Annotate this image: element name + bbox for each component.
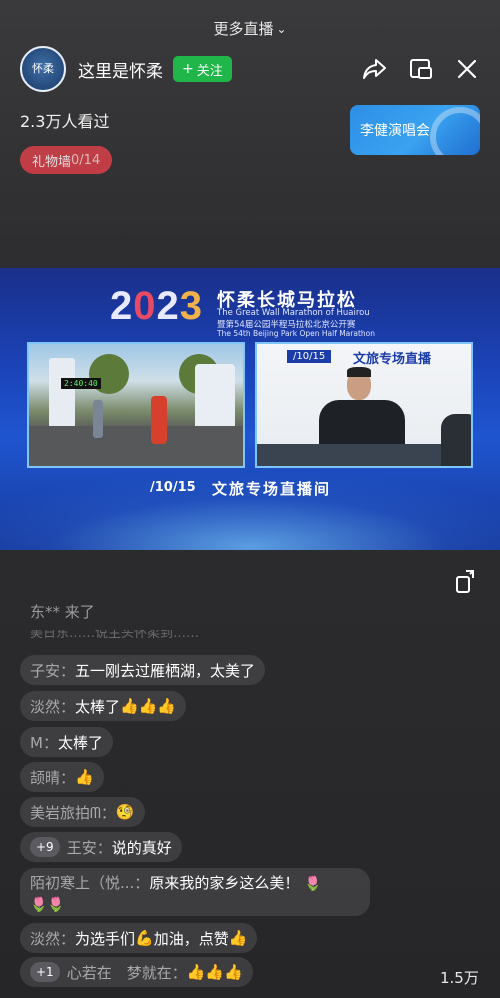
avatar[interactable]: 怀柔 (20, 46, 66, 92)
comment-text: 原来我的家乡这么美！ (149, 874, 300, 892)
comment-user[interactable]: 颉晴： (30, 767, 75, 788)
thinking-face-icon: 🧐 (115, 803, 135, 821)
inflatable-arch (49, 358, 75, 428)
thumbs-up-icon: 👍 (75, 768, 94, 786)
year-digit: 2 (110, 284, 134, 328)
comment-text: 太棒了 (75, 697, 121, 716)
comment-item: +9 王安： 说的真好 (20, 832, 182, 862)
channel-name[interactable]: 这里是怀柔 (78, 57, 163, 82)
close-icon[interactable] (454, 56, 480, 82)
avatar-text: 怀柔 (32, 62, 54, 76)
promo-banner[interactable]: 李健演唱会 (350, 105, 480, 155)
gift-wall-count: 0/14 (71, 152, 101, 168)
fan-level-badge: +1 (30, 962, 60, 982)
live-video[interactable]: 2023 怀柔长城马拉松 The Great Wall Marathon of … (0, 268, 500, 550)
race-camera-feed: 2:40:40 (27, 342, 245, 468)
follow-button[interactable]: + 关注 (173, 56, 232, 82)
rotate-screen-icon[interactable] (453, 568, 479, 594)
chevron-down-icon: ⌄ (276, 22, 287, 36)
studio-camera-feed: /10/15 文旅专场直播 (255, 342, 473, 468)
promo-decoration (430, 107, 480, 155)
tulip-icon: 🌷 (304, 876, 322, 892)
comment-item: M： 太棒了 (20, 727, 113, 757)
more-live-label: 更多直播 (213, 20, 274, 38)
comment-user[interactable]: 淡然： (30, 696, 75, 717)
comment-text: 太棒了 (57, 733, 103, 752)
comment-user[interactable]: 王安： (67, 837, 112, 858)
promo-label: 李健演唱会 (360, 123, 430, 139)
year-digit: 3 (179, 284, 203, 328)
comment-user[interactable]: 心若在 梦就在： (67, 962, 187, 983)
date-bottom: /10/15 (150, 480, 196, 495)
viewer-count: 2.3万人看过 (20, 112, 110, 131)
runner (93, 400, 103, 438)
comment-user[interactable]: 陌初寒上（悦...： (30, 874, 149, 892)
fan-level-badge: +9 (30, 837, 60, 857)
thumbs-up-icon: 👍 (228, 929, 248, 947)
year-digit: 0 (133, 284, 157, 328)
panel-date: /10/15 (287, 350, 332, 363)
flexed-arm-icon: 💪 (135, 929, 154, 947)
studio-name: 文旅专场直播间 (212, 480, 332, 498)
event-title-en: The Great Wall Marathon of Huairou (217, 308, 370, 318)
picture-in-picture-icon[interactable] (408, 56, 434, 82)
comment-user[interactable]: 淡然： (30, 928, 75, 949)
panel-banner: 文旅专场直播 (353, 352, 432, 367)
comment-item: 颉晴： 👍 (20, 762, 104, 792)
like-count: 1.5万 (440, 969, 479, 987)
desk (257, 444, 471, 466)
comment-user[interactable]: 子安： (30, 660, 75, 681)
guest (441, 414, 471, 466)
faded-comment: 美日东……说主头怀柔到…… (30, 630, 200, 640)
gift-wall-label: 礼物墙 (32, 154, 72, 170)
event-subtitle-en: The 54th Beijing Park Open Half Marathon (217, 329, 375, 338)
comment-item: +1 心若在 梦就在： 👍👍👍 (20, 957, 253, 987)
host-hair (347, 367, 371, 377)
comment-text: 为选手们 (75, 929, 136, 948)
comment-text: 五一刚去过雁栖湖，太美了 (75, 661, 256, 680)
comment-text: 说的真好 (111, 838, 172, 857)
thumbs-up-icon: 👍👍👍 (186, 963, 243, 981)
comment-item: 淡然： 为选手们 💪 加油，点赞 👍 (20, 923, 258, 953)
live-header: 怀柔 这里是怀柔 + 关注 (20, 46, 480, 92)
more-live-button[interactable]: 更多直播 ⌄ (0, 18, 500, 39)
race-clock: 2:40:40 (61, 378, 101, 389)
thumbs-up-icon: 👍👍👍 (120, 697, 177, 715)
comment-item: 子安： 五一刚去过雁栖湖，太美了 (20, 655, 266, 685)
plus-icon: + (182, 61, 194, 77)
gift-wall-button[interactable]: 礼物墙 0/14 (20, 146, 113, 174)
road (29, 426, 243, 466)
comment-user[interactable]: 美岩旅拍ᗰ： (30, 802, 116, 823)
tulip-icon: 🌷🌷 (30, 897, 65, 913)
share-icon[interactable] (362, 56, 388, 82)
year-digit: 2 (156, 284, 180, 328)
runner (151, 396, 167, 444)
comment-item: 美岩旅拍ᗰ： 🧐 (20, 797, 145, 827)
comment-user[interactable]: M： (30, 732, 58, 753)
comment-text: 加油，点赞 (153, 929, 229, 948)
comment-item: 淡然： 太棒了 👍👍👍 (20, 691, 187, 721)
comment-item: 陌初寒上（悦...：原来我的家乡这么美！ 🌷 🌷🌷 (20, 868, 370, 916)
event-year: 2023 (110, 284, 203, 329)
join-message: 东** 来了 (30, 603, 95, 621)
follow-label: 关注 (196, 63, 223, 79)
